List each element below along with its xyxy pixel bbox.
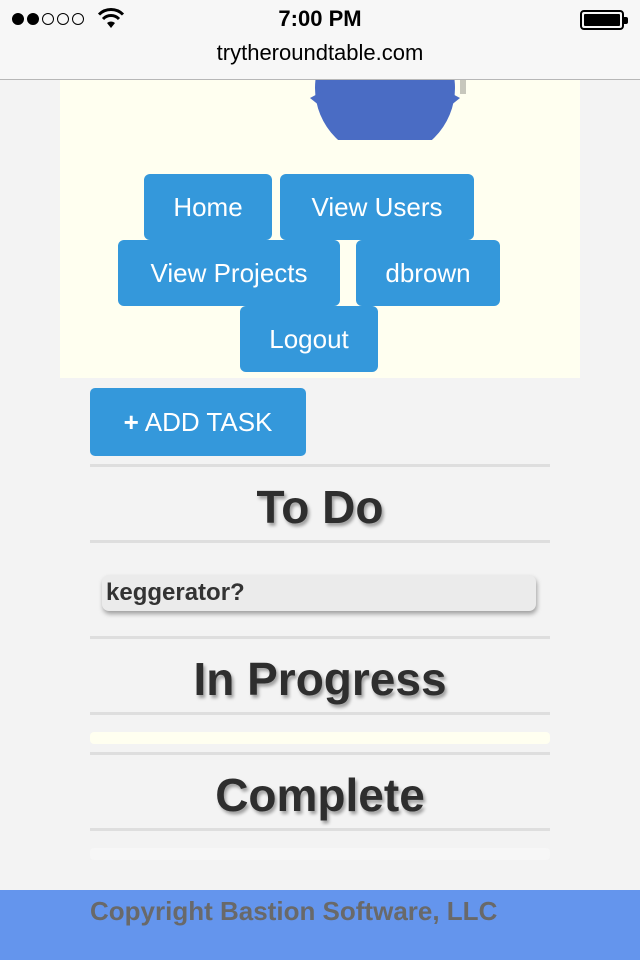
section-title-todo: To Do bbox=[256, 481, 384, 533]
divider bbox=[90, 752, 550, 755]
in-progress-dropzone[interactable] bbox=[90, 732, 550, 744]
divider bbox=[90, 540, 550, 543]
divider bbox=[90, 464, 550, 467]
divider bbox=[90, 828, 550, 831]
task-card[interactable]: keggerator? bbox=[102, 575, 536, 611]
section-title-complete: Complete bbox=[215, 769, 425, 821]
add-task-label: ADD TASK bbox=[144, 406, 273, 437]
nav-view-users-button[interactable]: View Users bbox=[280, 174, 474, 240]
status-time: 7:00 PM bbox=[278, 6, 362, 31]
copyright-text: Copyright Bastion Software, LLC bbox=[90, 896, 498, 926]
plus-icon: + bbox=[123, 406, 139, 437]
nav-home-button[interactable]: Home bbox=[144, 174, 272, 240]
battery-icon bbox=[580, 10, 628, 30]
section-title-in-progress: In Progress bbox=[193, 653, 447, 705]
nav-logout-button[interactable]: Logout bbox=[240, 306, 378, 372]
url-bar[interactable]: trytheroundtable.com bbox=[0, 40, 640, 66]
nav-view-projects-button[interactable]: View Projects bbox=[118, 240, 340, 306]
browser-status-bar: 7:00 PM trytheroundtable.com bbox=[0, 0, 640, 80]
site-header: Home View Users View Projects dbrown Log… bbox=[60, 80, 580, 378]
round-table-logo-icon bbox=[310, 80, 466, 140]
nav-user-button[interactable]: dbrown bbox=[356, 240, 500, 306]
complete-dropzone[interactable] bbox=[90, 848, 550, 860]
site-footer: Copyright Bastion Software, LLC bbox=[0, 890, 640, 960]
divider bbox=[90, 712, 550, 715]
add-task-button[interactable]: + ADD TASK bbox=[90, 388, 306, 456]
divider bbox=[90, 636, 550, 639]
